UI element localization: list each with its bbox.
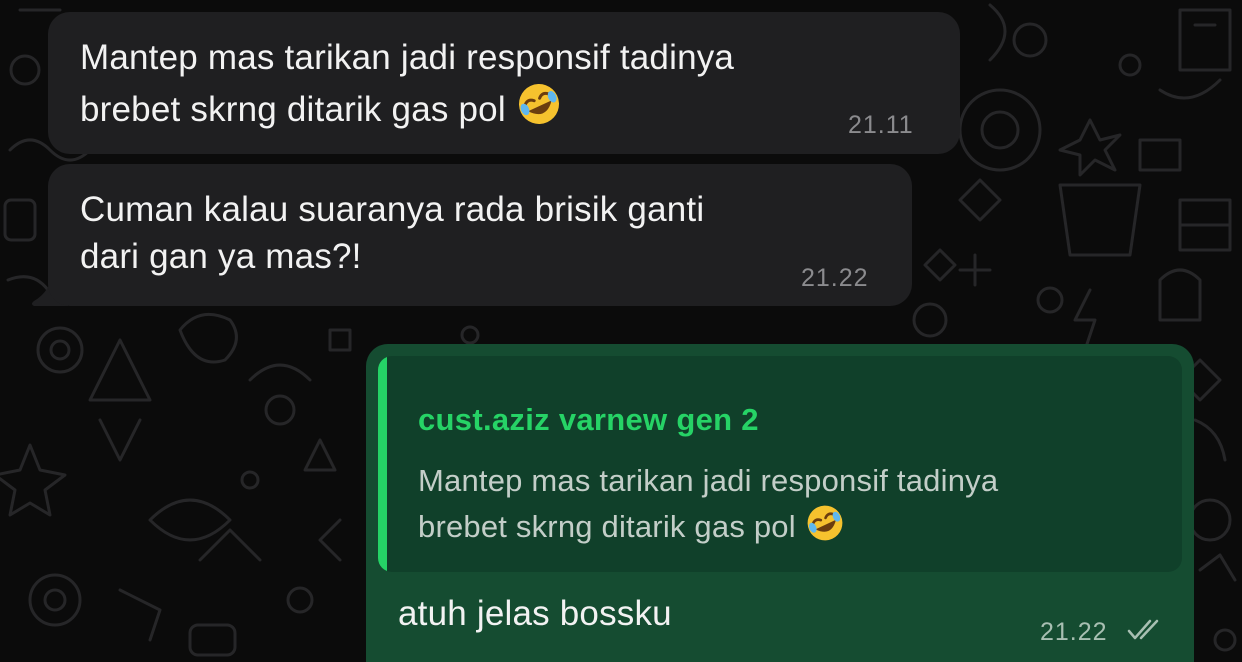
quoted-line-1: Mantep mas tarikan jadi responsif tadiny… [418, 463, 999, 498]
quoted-message[interactable]: cust.aziz varnew gen 2 Mantep mas tarika… [378, 356, 1182, 572]
quoted-text: Mantep mas tarikan jadi responsif tadiny… [418, 458, 1178, 555]
double-check-read-icon [1126, 618, 1166, 647]
message-text: atuh jelas bossku [398, 594, 672, 633]
message-line-2: dari gan ya mas?! [80, 237, 362, 276]
quote-accent-bar [378, 356, 387, 572]
quoted-author: cust.aziz varnew gen 2 [418, 402, 759, 437]
message-text: Mantep mas tarikan jadi responsif tadiny… [80, 34, 940, 139]
rolling-laughing-emoji-icon [805, 503, 845, 555]
quoted-line-2: brebet skrng ditarik gas pol [418, 509, 796, 544]
outgoing-reply-message[interactable]: cust.aziz varnew gen 2 Mantep mas tarika… [366, 344, 1194, 662]
message-line-1: Cuman kalau suaranya rada brisik ganti [80, 190, 705, 229]
message-line-1: Mantep mas tarikan jadi responsif tadiny… [80, 38, 735, 77]
message-line-2: brebet skrng ditarik gas pol [80, 90, 506, 129]
message-timestamp: 21.11 [848, 111, 914, 139]
message-timestamp: 21.22 [1040, 618, 1108, 646]
message-timestamp: 21.22 [801, 264, 869, 292]
message-text: Cuman kalau suaranya rada brisik ganti d… [80, 186, 900, 280]
incoming-message-1[interactable]: Mantep mas tarikan jadi responsif tadiny… [48, 12, 960, 154]
incoming-message-2[interactable]: Cuman kalau suaranya rada brisik ganti d… [48, 164, 912, 306]
rolling-laughing-emoji-icon [516, 81, 562, 139]
